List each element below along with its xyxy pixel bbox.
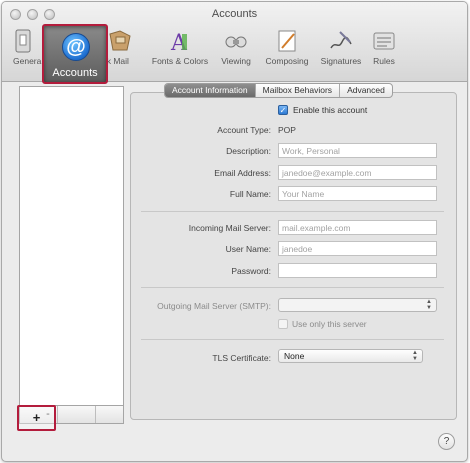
window-title: Accounts xyxy=(211,8,258,20)
toolbar-fonts-colors[interactable]: A Fonts & Colors xyxy=(150,26,210,74)
password-label: Password: xyxy=(231,266,271,276)
signatures-icon xyxy=(330,31,352,49)
use-only-server-checkbox[interactable] xyxy=(278,319,288,329)
description-label: Description: xyxy=(226,146,271,156)
enable-account-checkbox[interactable]: ✓ xyxy=(278,105,288,115)
tls-label: TLS Certificate: xyxy=(212,353,271,363)
add-account-button[interactable]: + xyxy=(17,405,56,431)
incoming-server-label: Incoming Mail Server: xyxy=(188,223,271,233)
toolbar-general[interactable]: Genera xyxy=(2,26,44,74)
switch-icon xyxy=(15,29,31,53)
fullname-label: Full Name: xyxy=(229,189,271,199)
smtp-popup[interactable]: ▲ ▼ xyxy=(278,298,437,312)
toolbar-rules[interactable]: Rules xyxy=(356,26,412,74)
accounts-list[interactable] xyxy=(19,86,124,406)
enable-account-label: Enable this account xyxy=(293,105,368,115)
incoming-server-field[interactable]: mail.example.com xyxy=(278,220,437,235)
section-divider xyxy=(141,287,444,288)
chevron-updown-icon: ▲ ▼ xyxy=(412,350,418,362)
toolbar-junk-mail[interactable]: nk Mail xyxy=(102,26,146,74)
section-divider xyxy=(141,339,444,340)
viewing-icon xyxy=(225,36,247,48)
account-settings-panel xyxy=(130,92,457,420)
smtp-label: Outgoing Mail Server (SMTP): xyxy=(157,301,271,311)
use-only-server-label: Use only this server xyxy=(292,319,367,329)
plus-icon: + xyxy=(32,410,41,425)
account-type-value: POP xyxy=(278,125,296,135)
tab-bar: Account Information Mailbox Behaviors Ad… xyxy=(164,83,393,98)
toolbar-accounts[interactable]: @ Accounts xyxy=(42,24,108,84)
help-button[interactable]: ? xyxy=(438,433,455,450)
account-action-button[interactable] xyxy=(58,406,96,423)
toolbar-label-general: Genera xyxy=(13,56,42,66)
toolbar: Accounts Genera nk Mail A Fonts & Colors xyxy=(2,2,467,84)
email-field[interactable]: janedoe@example.com xyxy=(278,165,437,180)
composing-icon xyxy=(278,30,296,52)
at-sign-icon: @ xyxy=(62,33,90,61)
rules-icon xyxy=(373,32,395,50)
fonts-colors-icon: A xyxy=(170,31,188,54)
tls-certificate-popup[interactable]: None ▲ ▼ xyxy=(278,349,423,363)
toolbar-label-junk-mail: nk Mail xyxy=(102,56,129,66)
preferences-window: Accounts Genera nk Mail A Fonts & Colors xyxy=(1,1,468,462)
username-field[interactable]: janedoe xyxy=(278,241,437,256)
fullname-field[interactable]: Your Name xyxy=(278,186,437,201)
toolbar-label-rules: Rules xyxy=(373,56,395,66)
description-field[interactable]: Work, Personal xyxy=(278,143,437,158)
tab-advanced[interactable]: Advanced xyxy=(340,84,392,97)
junk-mail-icon xyxy=(109,30,131,51)
account-type-label: Account Type: xyxy=(217,125,271,135)
toolbar-composing[interactable]: Composing xyxy=(258,26,316,74)
password-field[interactable] xyxy=(278,263,437,278)
email-label: Email Address: xyxy=(214,168,271,178)
tab-mailbox-behaviors[interactable]: Mailbox Behaviors xyxy=(256,84,341,97)
toolbar-label-accounts: Accounts xyxy=(52,67,98,79)
username-label: User Name: xyxy=(225,244,271,254)
chevron-updown-icon: ▲ ▼ xyxy=(426,299,432,311)
tls-certificate-value: None xyxy=(284,351,305,361)
section-divider xyxy=(141,211,444,212)
toolbar-viewing[interactable]: Viewing xyxy=(208,26,264,74)
tab-account-information[interactable]: Account Information xyxy=(165,84,256,97)
